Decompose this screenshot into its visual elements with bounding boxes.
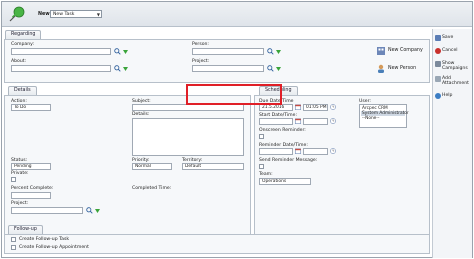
chevron-down-icon[interactable] [276, 67, 281, 71]
cancel-icon [435, 48, 441, 54]
pushpin-icon [9, 6, 25, 22]
territory-select[interactable]: Default [182, 163, 244, 170]
about-label: About: [11, 59, 27, 64]
action-pane: Save Cancel Show Campaigns Add Attachmen… [432, 29, 472, 258]
campaigns-icon [435, 61, 441, 67]
team-select[interactable]: Operations [259, 178, 311, 185]
status-value: Pending [14, 164, 32, 169]
person-field[interactable] [192, 48, 264, 55]
calendar-icon[interactable] [295, 104, 301, 110]
clock-icon[interactable] [330, 104, 336, 110]
details-textarea[interactable] [132, 118, 244, 156]
priority-value: Normal [135, 164, 151, 169]
add-attachment-button[interactable]: Add Attachment [435, 76, 474, 88]
person-icon [378, 64, 384, 73]
task-window: New: New Task ▼ Save Cancel Show Campaig… [1, 1, 473, 258]
paperclip-icon [435, 76, 441, 82]
new-company-label: New Company [388, 48, 423, 53]
percent-complete-field[interactable] [11, 192, 51, 199]
cancel-button[interactable]: Cancel [435, 48, 474, 60]
start-date-field[interactable] [259, 118, 293, 125]
clock-icon[interactable] [330, 118, 336, 124]
private-label: Private: [11, 171, 29, 176]
team-value: Operations [262, 179, 287, 184]
user-listbox[interactable]: Arcpec CRM System Administrator --None-- [359, 104, 409, 128]
search-icon[interactable] [267, 48, 274, 55]
onscreen-reminder-checkbox[interactable] [259, 134, 264, 139]
project-label: Project: [192, 59, 210, 64]
search-icon[interactable] [267, 65, 274, 72]
help-icon [435, 93, 441, 99]
save-button[interactable]: Save [435, 35, 474, 47]
search-icon[interactable] [86, 207, 93, 214]
create-task-checkbox[interactable] [11, 237, 16, 242]
reminder-date-field[interactable] [259, 148, 293, 155]
priority-select[interactable]: Normal [132, 163, 172, 170]
create-appointment-checkbox[interactable] [11, 245, 16, 250]
tab-details[interactable]: Details [8, 86, 37, 95]
regarding-tab-label: Regarding [11, 32, 36, 37]
create-task-label: Create Follow-up Task [19, 237, 69, 242]
company-label: Company: [11, 42, 35, 47]
chevron-down-icon[interactable] [123, 50, 128, 54]
follow-up-tab-label: Follow-up [14, 227, 37, 232]
due-time-field[interactable]: 01:05 PM [303, 104, 328, 111]
show-campaigns-button[interactable]: Show Campaigns [435, 61, 474, 73]
calendar-icon[interactable] [295, 118, 301, 124]
details-project-label: Project: [11, 201, 29, 206]
chevron-down-icon[interactable] [276, 50, 281, 54]
help-button[interactable]: Help [435, 93, 474, 105]
about-field[interactable] [11, 65, 111, 72]
details-label: Details: [132, 112, 150, 117]
clock-icon[interactable] [330, 148, 336, 154]
chevron-down-icon[interactable] [95, 209, 100, 213]
new-person-label: New Person [388, 66, 417, 71]
percent-complete-label: Percent Complete: [11, 186, 54, 191]
completed-time-label: Completed Time: [132, 186, 172, 191]
status-select[interactable]: Pending [11, 163, 51, 170]
private-checkbox[interactable] [11, 177, 16, 182]
start-time-field[interactable] [303, 118, 328, 125]
tab-regarding[interactable]: Regarding [5, 30, 42, 39]
new-type-select[interactable]: New Task ▼ [50, 10, 102, 18]
cancel-label: Cancel [442, 48, 458, 53]
team-label: Team: [259, 172, 273, 177]
chevron-down-icon: ▼ [96, 12, 100, 17]
due-date-value: 21.5.2016 [262, 105, 285, 110]
company-field[interactable] [11, 48, 111, 55]
reminder-time-field[interactable] [303, 148, 328, 155]
send-reminder-checkbox[interactable] [259, 164, 264, 169]
action-select[interactable]: To Do [11, 104, 51, 111]
person-label: Person: [192, 42, 209, 47]
project-field[interactable] [192, 65, 264, 72]
header-bar: New: New Task ▼ [2, 2, 472, 27]
help-label: Help [442, 93, 453, 98]
regarding-panel [4, 39, 430, 83]
create-appointment-label: Create Follow-up Appointment [19, 245, 89, 250]
building-icon [377, 47, 385, 55]
due-time-value: 01:05 PM [306, 105, 327, 110]
subject-field[interactable] [132, 104, 244, 111]
onscreen-reminder-label: Onscreen Reminder: [259, 128, 306, 133]
territory-value: Default [185, 164, 202, 169]
action-value: To Do [14, 105, 27, 110]
save-icon [435, 35, 441, 41]
calendar-icon[interactable] [295, 148, 301, 154]
search-icon[interactable] [114, 48, 121, 55]
details-project-field[interactable] [11, 207, 83, 214]
details-tab-label: Details [14, 88, 31, 93]
project-highlight-box [186, 84, 282, 105]
tab-follow-up[interactable]: Follow-up [8, 225, 43, 234]
search-icon[interactable] [114, 65, 121, 72]
list-item[interactable]: --None-- [361, 116, 405, 121]
due-date-field[interactable]: 21.5.2016 [259, 104, 293, 111]
chevron-down-icon[interactable] [123, 67, 128, 71]
new-type-value: New Task [53, 12, 75, 17]
send-reminder-label: Send Reminder Message: [259, 158, 318, 163]
save-label: Save [442, 35, 454, 40]
main-content: Regarding Company: Person: About: Projec… [4, 29, 430, 255]
show-campaigns-label: Show Campaigns [442, 61, 468, 71]
add-attachment-label: Add Attachment [442, 76, 469, 86]
